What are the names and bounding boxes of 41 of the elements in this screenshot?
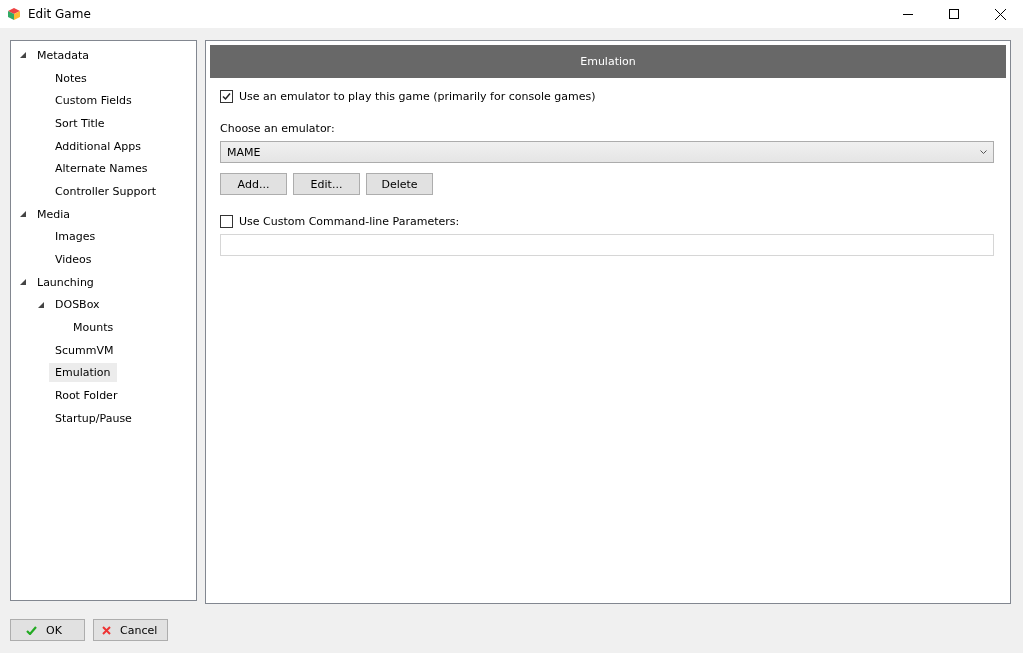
tree-item[interactable]: ScummVM (49, 340, 120, 360)
expand-arrow-icon[interactable] (19, 51, 27, 60)
tree-item[interactable]: Root Folder (49, 386, 124, 406)
cancel-button[interactable]: Cancel (93, 619, 169, 641)
action-button[interactable]: Delete (366, 173, 433, 195)
app-cube-icon (7, 7, 21, 21)
emulator-dropdown[interactable]: MAME (220, 141, 994, 163)
ok-button[interactable]: OK (10, 619, 85, 641)
panel-header: Emulation (210, 45, 1006, 78)
window-title: Edit Game (28, 7, 91, 21)
tree-item[interactable]: Alternate Names (49, 159, 154, 179)
tree-item[interactable]: Custom Fields (49, 91, 138, 111)
tree-item[interactable]: Mounts (67, 318, 120, 338)
tree-item[interactable]: Controller Support (49, 181, 163, 201)
tree-item[interactable]: DOSBox (49, 295, 106, 315)
checkbox-label: Use an emulator to play this game (primarily for console games) (239, 90, 596, 103)
action-button[interactable]: Edit... (293, 173, 360, 195)
close-icon[interactable] (994, 8, 1006, 20)
expand-arrow-icon[interactable] (19, 278, 27, 287)
tree-item[interactable]: Startup/Pause (49, 408, 138, 428)
checkbox[interactable] (220, 90, 233, 103)
action-button[interactable]: Add... (220, 173, 287, 195)
tree-item[interactable]: Metadata (31, 45, 96, 65)
checkbox[interactable] (220, 215, 233, 228)
tree-item[interactable]: Additional Apps (49, 136, 147, 156)
field-label: Choose an emulator: (220, 122, 336, 135)
tree-item[interactable]: Notes (49, 68, 93, 88)
tree-item[interactable]: Launching (31, 272, 100, 292)
tree-item[interactable]: Sort Title (49, 113, 111, 133)
checkmark-icon (26, 625, 37, 635)
tree-item[interactable]: Videos (49, 250, 98, 270)
checkbox-label: Use Custom Command-line Parameters: (239, 215, 460, 228)
chevron-down-icon (980, 150, 987, 154)
expand-arrow-icon[interactable] (19, 210, 27, 219)
expand-arrow-icon[interactable] (37, 300, 45, 309)
parameters-field[interactable] (220, 234, 994, 256)
maximize-icon[interactable] (949, 9, 959, 19)
tree-item[interactable]: Media (31, 204, 77, 224)
tree-item[interactable]: Emulation (49, 363, 117, 383)
close-x-icon (102, 625, 111, 635)
tree-item[interactable]: Images (49, 227, 102, 247)
